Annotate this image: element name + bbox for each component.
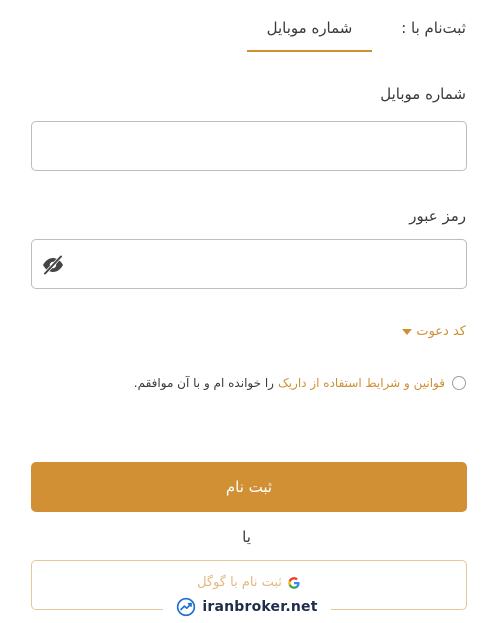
trend-chart-icon <box>177 597 196 617</box>
password-label: رمز عبور <box>409 207 466 225</box>
eye-off-icon[interactable] <box>41 253 65 277</box>
password-input[interactable] <box>32 240 466 288</box>
signup-button[interactable]: ثبت نام <box>31 462 467 512</box>
watermark: iranbroker.net <box>163 594 331 620</box>
tab-mobile-number[interactable]: شماره موبایل <box>247 6 372 52</box>
invite-code-label: کد دعوت <box>416 324 466 339</box>
watermark-text: iranbroker.net <box>202 599 318 615</box>
google-signup-label: ثبت نام با گوگل <box>197 575 282 590</box>
caret-down-icon <box>402 328 413 335</box>
terms-link[interactable]: قوانین و شرایط استفاده از داریک <box>278 376 445 390</box>
terms-agreement-row: قوانین و شرایط استفاده از داریک را خواند… <box>134 376 466 390</box>
mobile-number-input[interactable] <box>32 122 466 170</box>
password-field-box <box>31 239 467 289</box>
terms-text: را خوانده ام و با آن موافقم. <box>133 376 274 390</box>
invite-code-toggle[interactable]: کد دعوت <box>402 324 466 339</box>
signup-with-label: ثبت‌نام با : <box>401 19 466 37</box>
terms-radio[interactable] <box>452 376 466 390</box>
mobile-number-field-box <box>31 121 467 171</box>
or-divider: یا <box>242 528 251 546</box>
mobile-number-label: شماره موبایل <box>380 85 466 103</box>
google-signup-label-row: ثبت نام با گوگل <box>32 575 466 590</box>
google-icon <box>288 576 300 589</box>
